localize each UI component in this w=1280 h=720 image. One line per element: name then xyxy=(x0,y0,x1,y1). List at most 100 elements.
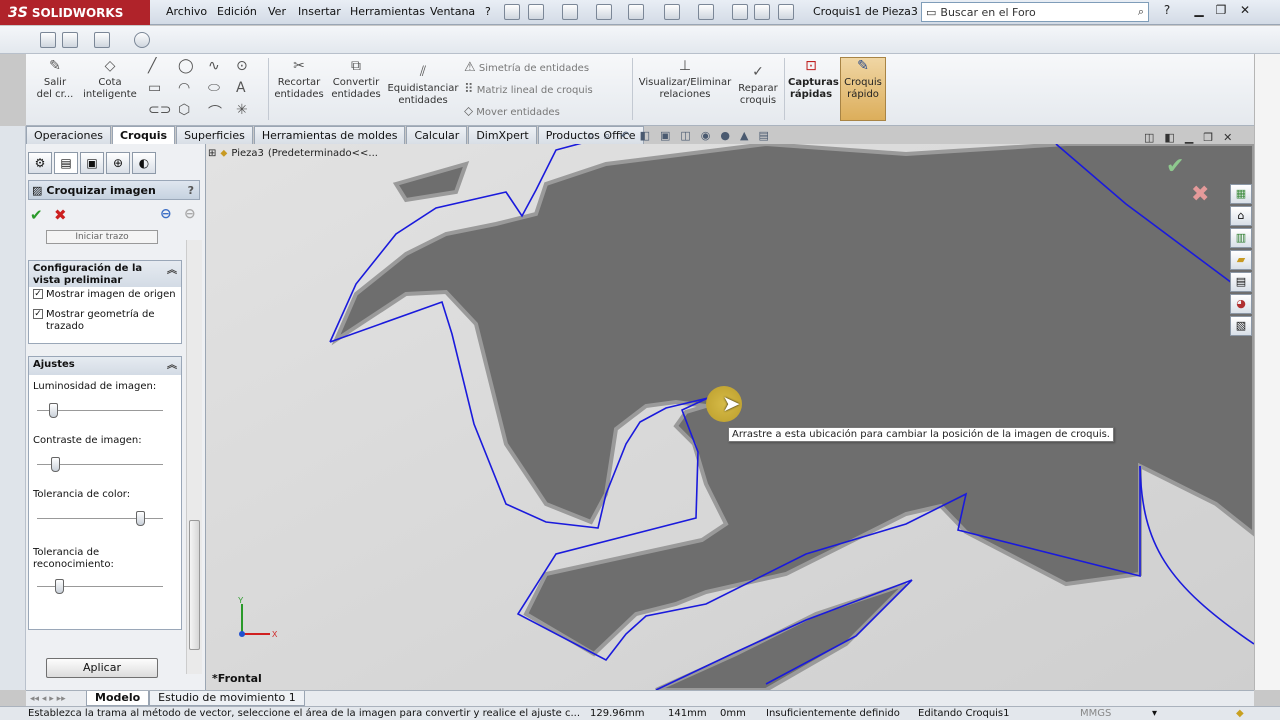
menu-edicion[interactable]: Edición xyxy=(217,5,257,18)
search-icon[interactable]: ⌕ xyxy=(1138,5,1144,19)
slider-thumb[interactable] xyxy=(136,511,146,526)
convert-entities-button[interactable]: ⧉ Convertir entidades xyxy=(328,58,384,101)
rapid-snaps-button[interactable]: ⊡ Capturas rápidas xyxy=(788,58,839,101)
preview-settings-header[interactable]: Configuración de la vista preliminar ︽ xyxy=(29,261,181,287)
graphics-minimize-icon[interactable]: ▁ xyxy=(1185,131,1193,144)
brightness-slider[interactable] xyxy=(37,401,167,421)
relations-icon[interactable] xyxy=(62,32,78,48)
display-style-icon[interactable]: ◫ xyxy=(680,129,690,143)
adjustments-header[interactable]: Ajustes ︽ xyxy=(29,357,181,375)
status-units[interactable]: MMGS xyxy=(1080,708,1111,719)
minimize-icon[interactable]: ▁ xyxy=(1190,3,1208,20)
forward-arrow-icon[interactable]: ⊖ xyxy=(184,206,196,222)
custom-properties-icon[interactable]: ▧ xyxy=(1230,316,1252,336)
ellipse-icon[interactable]: ⬭ xyxy=(208,80,220,96)
view-settings-icon[interactable]: ▤ xyxy=(758,129,768,143)
ok-check-icon[interactable]: ✔ xyxy=(30,206,43,224)
checkbox-box[interactable]: ✓ xyxy=(33,289,43,299)
property-manager-icon[interactable]: ▤ xyxy=(54,152,78,174)
edit-appearance-icon[interactable]: ● xyxy=(720,129,730,143)
tab-operaciones[interactable]: Operaciones xyxy=(26,126,111,144)
show-trace-checkbox[interactable]: ✓ Mostrar geometría de trazado xyxy=(29,307,181,335)
trim-entities-button[interactable]: ✂ Recortar entidades xyxy=(272,58,326,101)
new-document-icon[interactable] xyxy=(528,4,544,20)
menu-ver[interactable]: Ver xyxy=(268,5,286,18)
search-box[interactable]: ▭ Buscar en el Foro ⌕ xyxy=(921,2,1149,22)
tab-herramientas-moldes[interactable]: Herramientas de moldes xyxy=(253,126,406,144)
spline-icon[interactable]: ∿ xyxy=(208,58,220,74)
feature-manager-icon[interactable]: ⚙ xyxy=(28,152,52,174)
graphics-restore-icon[interactable]: ❐ xyxy=(1203,131,1213,144)
help-icon[interactable]: ? xyxy=(1158,3,1176,20)
view-palette-icon[interactable]: ▤ xyxy=(1230,272,1252,292)
tab-scroll-arrows-icon[interactable]: ◂◂ ◂ ▸ ▸▸ xyxy=(26,694,86,704)
sketch-tools-icon[interactable] xyxy=(40,32,56,48)
zoom-fit-icon[interactable]: ⌕ xyxy=(588,129,594,143)
menu-herramientas[interactable]: Herramientas xyxy=(350,5,425,18)
open-icon[interactable] xyxy=(562,4,578,20)
feature-tree-flyout[interactable]: ⊞ ⬥ Pieza3 (Predeterminado<<... xyxy=(208,148,378,159)
quick-tips-icon[interactable]: ▾ xyxy=(1152,708,1157,719)
linear-pattern-button[interactable]: ⠿ Matriz lineal de croquis xyxy=(464,83,593,97)
smart-dimension-button[interactable]: ◇ Cota inteligente xyxy=(82,58,138,101)
confirm-check-icon[interactable]: ✔ xyxy=(1166,154,1184,179)
graphics-area[interactable]: ⊞ ⬥ Pieza3 (Predeterminado<<... ➤ Arrast… xyxy=(206,144,1254,690)
panel-scrollbar[interactable] xyxy=(186,240,202,674)
tab-superficies[interactable]: Superficies xyxy=(176,126,253,144)
polygon-icon[interactable]: ⬡ xyxy=(178,102,190,118)
menu-archivo[interactable]: Archivo xyxy=(166,5,207,18)
rebuild-status-icon[interactable]: ◆ xyxy=(1236,708,1244,719)
slider-thumb[interactable] xyxy=(48,403,58,418)
view-orientation-icon[interactable]: ▣ xyxy=(660,129,670,143)
search-input[interactable]: Buscar en el Foro xyxy=(940,6,1035,19)
hide-show-icon[interactable]: ◉ xyxy=(701,129,711,143)
apply-button[interactable]: Aplicar xyxy=(46,658,158,678)
display-relations-button[interactable]: ⊥ Visualizar/Eliminar relaciones xyxy=(638,58,732,101)
design-library-icon[interactable]: ▥ xyxy=(1230,228,1252,248)
solidworks-logo[interactable]: 3S SOLIDWORKS xyxy=(0,0,150,25)
help-icon[interactable]: ? xyxy=(188,184,194,197)
dimxpert-manager-icon[interactable]: ⊕ xyxy=(106,152,130,174)
file-explorer-icon[interactable]: ▰ xyxy=(1230,250,1252,270)
contrast-slider[interactable] xyxy=(37,455,167,475)
file-properties-icon[interactable] xyxy=(754,4,770,20)
back-arrow-icon[interactable]: ⊖ xyxy=(160,206,172,222)
scenes-icon[interactable]: ▲ xyxy=(740,129,748,143)
fillet-icon[interactable]: ⌒ xyxy=(208,102,222,122)
start-trace-button[interactable]: Iniciar trazo xyxy=(46,230,158,244)
expand-plus-icon[interactable]: ⊞ xyxy=(208,148,216,159)
menu-help[interactable]: ? xyxy=(485,5,491,18)
exit-sketch-button[interactable]: ✎ Salir del cr... xyxy=(32,58,78,101)
tile-vertical-icon[interactable]: ◧ xyxy=(1164,131,1174,144)
arc-icon[interactable]: ◠ xyxy=(178,80,190,96)
previous-view-icon[interactable]: ↶ xyxy=(620,129,629,143)
save-icon[interactable] xyxy=(596,4,612,20)
line-icon[interactable]: ╱ xyxy=(148,58,156,74)
move-entities-button[interactable]: ⬦ Mover entidades xyxy=(464,105,560,119)
recognition-tolerance-slider[interactable] xyxy=(37,577,167,597)
tab-dimxpert[interactable]: DimXpert xyxy=(468,126,537,144)
construction-icon[interactable]: ✳ xyxy=(236,102,248,118)
cancel-x-icon[interactable]: ✖ xyxy=(54,206,67,224)
display-manager-icon[interactable]: ◐ xyxy=(132,152,156,174)
collapse-chevron-icon[interactable]: ︽ xyxy=(167,265,177,277)
slider-thumb[interactable] xyxy=(51,457,61,472)
appearance-icon[interactable] xyxy=(134,32,150,48)
close-icon[interactable]: ✕ xyxy=(1236,3,1254,20)
select-icon[interactable] xyxy=(698,4,714,20)
point-icon[interactable]: ⊙ xyxy=(236,58,248,74)
undo-icon[interactable] xyxy=(664,4,680,20)
zoom-area-icon[interactable]: ⌕ xyxy=(604,129,610,143)
confirm-cancel-icon[interactable]: ✖ xyxy=(1191,182,1209,207)
tab-calcular[interactable]: Calcular xyxy=(406,126,468,144)
select-filter-icon[interactable] xyxy=(94,32,110,48)
slot-icon[interactable]: ⊂⊃ xyxy=(148,102,171,118)
configuration-manager-icon[interactable]: ▣ xyxy=(80,152,104,174)
appearances-icon[interactable]: ◕ xyxy=(1230,294,1252,314)
menu-ventana[interactable]: Ventana xyxy=(430,5,475,18)
solidworks-resources-icon[interactable]: ▦ xyxy=(1230,184,1252,204)
rapid-sketch-button[interactable]: ✎ Croquis rápido xyxy=(840,57,886,121)
tab-estudio-movimiento[interactable]: Estudio de movimiento 1 xyxy=(149,691,305,706)
scrollbar-thumb[interactable] xyxy=(189,520,200,650)
circle-icon[interactable]: ◯ xyxy=(178,58,194,74)
